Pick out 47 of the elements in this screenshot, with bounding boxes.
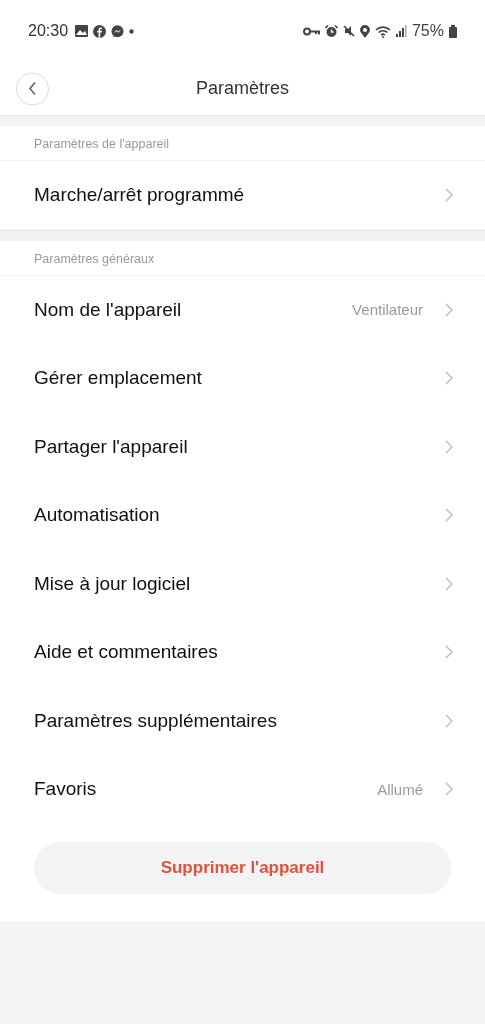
row-label: Aide et commentaires [34,641,219,664]
section-heading: Paramètres généraux [0,240,485,276]
key-icon [302,26,320,36]
battery-percent: 75% [411,22,444,40]
row-label: Gérer emplacement [34,367,203,390]
chevron-icon [445,439,453,454]
chevron-icon [445,302,453,317]
facebook-icon [93,24,107,38]
row-label: Partager l'appareil [34,435,189,458]
chevron-icon [445,188,453,203]
chevron-icon [445,508,453,523]
chevron-icon [445,576,453,591]
signal-icon [395,25,407,37]
row-value: Allumé [377,780,423,798]
section-heading: Paramètres de l'appareil [0,126,485,161]
chevron-icon [445,371,453,386]
row-label: Automatisation [34,504,161,527]
location-icon [359,24,370,38]
back-icon [27,81,38,96]
row-label: Nom de l'appareil [34,298,183,321]
settings-row[interactable]: Aide et commentaires [0,618,485,687]
row-label: Marche/arrêt programmé [34,184,246,207]
chevron-icon [445,645,453,660]
settings-row[interactable]: Favoris Allumé [0,755,485,824]
row-label: Mise à jour logiciel [34,572,192,595]
settings-row[interactable]: Paramètres supplémentaires [0,686,485,755]
messenger-icon [111,24,125,38]
settings-row[interactable]: Nom de l'appareil Ventilateur [0,275,485,344]
wifi-icon [374,24,391,38]
row-label: Paramètres supplémentaires [34,709,278,732]
settings-row[interactable]: Gérer emplacement [0,344,485,413]
status-time: 20:30 [28,22,69,40]
settings-row[interactable]: Partager l'appareil [0,412,485,481]
row-value: Ventilateur [352,301,423,319]
battery-icon [449,24,457,38]
settings-row[interactable]: Automatisation [0,481,485,550]
image-icon [75,25,89,37]
settings-row[interactable]: Marche/arrêt programmé [0,161,485,230]
chevron-icon [445,782,453,797]
chevron-icon [445,713,453,728]
alarm-icon [324,24,338,38]
notification-dot-icon [129,28,135,34]
back-button[interactable] [16,72,49,105]
row-label: Favoris [34,778,98,801]
mute-icon [342,25,355,37]
page-title: Paramètres [195,78,289,99]
settings-row[interactable]: Mise à jour logiciel [0,549,485,618]
